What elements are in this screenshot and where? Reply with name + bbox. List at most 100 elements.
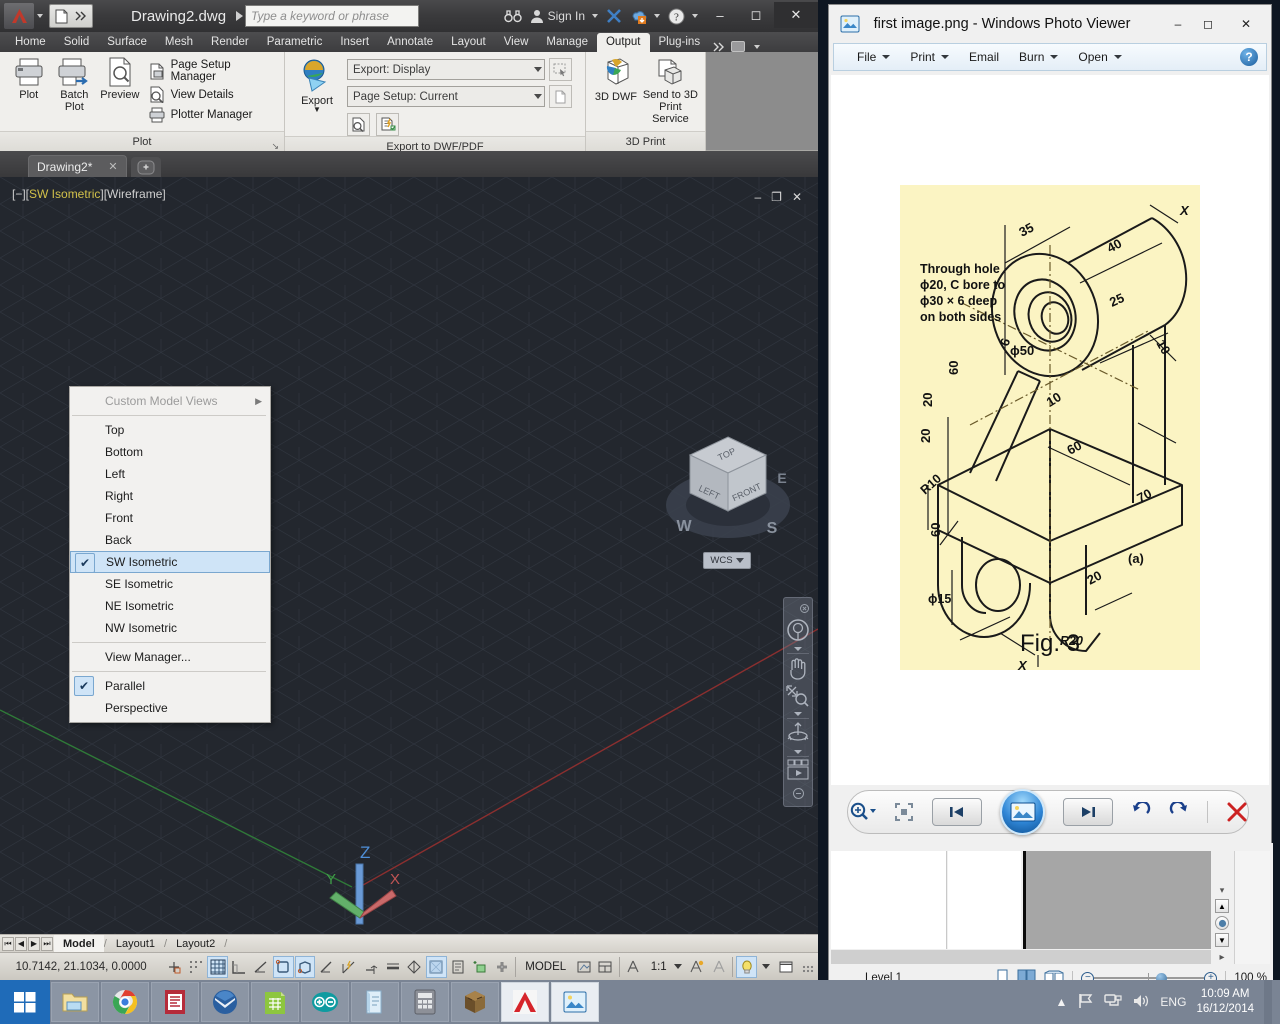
coordinates-readout[interactable]: 10.7142, 21.1034, 0.0000	[0, 961, 162, 973]
sign-in-chevron-icon[interactable]	[592, 14, 598, 18]
menu-item-front[interactable]: Front	[70, 507, 270, 529]
preview-export-button[interactable]	[347, 113, 370, 136]
taskbar-arduino[interactable]	[301, 982, 349, 1022]
help-button[interactable]: ?	[664, 0, 702, 32]
next-image-button[interactable]	[1063, 798, 1113, 826]
search-input[interactable]: Type a keyword or phrase	[245, 5, 419, 27]
photo-viewer-stage[interactable]: Through hole ϕ20, C bore to ϕ30 × 6 deep…	[831, 75, 1269, 785]
start-button[interactable]	[0, 980, 50, 1024]
pv-menu-burn[interactable]: Burn	[1010, 46, 1067, 68]
volume-icon[interactable]	[1132, 993, 1150, 1012]
page-setup-combo[interactable]: Page Setup: Current	[347, 86, 545, 107]
annotation-visibility-toggle[interactable]	[687, 956, 708, 978]
viewport-label[interactable]: [−][SW Isometric][Wireframe]	[12, 187, 166, 201]
export-chevron-icon[interactable]: ▼	[313, 107, 321, 113]
viewport-minimize-icon[interactable]: ‒	[754, 190, 761, 204]
dynamic-ucs-toggle[interactable]	[338, 956, 359, 978]
ribbon-tab-insert[interactable]: Insert	[331, 33, 378, 52]
previous-image-button[interactable]	[932, 798, 982, 826]
ribbon-tab-surface[interactable]: Surface	[98, 33, 156, 52]
scroll-right-icon[interactable]: ▸	[1213, 950, 1231, 964]
page-setup-chevron-icon[interactable]	[534, 94, 542, 99]
view-preset-menu[interactable]: Custom Model Views ▶ Top Bottom Left Rig…	[69, 386, 271, 723]
autocad-app-menu-button[interactable]	[4, 3, 34, 29]
ribbon-tab-render[interactable]: Render	[202, 33, 258, 52]
first-layout-button[interactable]: ⏮	[2, 937, 14, 951]
export-options-button[interactable]	[376, 113, 399, 136]
layout-tab-model[interactable]: Model	[54, 935, 104, 953]
taskbar-notepad[interactable]	[351, 982, 399, 1022]
taskbar-calculator[interactable]	[401, 982, 449, 1022]
object-snap-toggle[interactable]	[273, 956, 294, 978]
layout-tab-layout1[interactable]: Layout1	[107, 935, 164, 953]
page-setup-manager-button[interactable]: Page Setup Manager	[149, 59, 278, 83]
send-to-3d-print-button[interactable]: Send to 3D Print Service	[642, 56, 699, 125]
menu-item-top[interactable]: Top	[70, 419, 270, 441]
show-desktop-button[interactable]	[1264, 980, 1272, 1024]
exchange-apps-icon[interactable]	[602, 0, 626, 32]
viewport-close-icon[interactable]: ✕	[792, 190, 802, 204]
show-hidden-icons-button[interactable]: ▲	[1056, 995, 1068, 1009]
rotate-counterclockwise-icon[interactable]	[1131, 802, 1151, 822]
clock[interactable]: 10:09 AM 16/12/2014	[1196, 987, 1254, 1017]
rotate-clockwise-icon[interactable]	[1169, 802, 1189, 822]
pan-hand-icon[interactable]	[787, 656, 809, 683]
workspace-switch-button[interactable]	[491, 956, 512, 978]
ribbon-tab-plugins[interactable]: Plug-ins	[650, 33, 710, 52]
layout-tab-layout2[interactable]: Layout2	[167, 935, 224, 953]
preview-button[interactable]: Preview	[97, 56, 143, 101]
language-indicator[interactable]: ENG	[1160, 995, 1186, 1009]
ortho-mode-toggle[interactable]	[229, 956, 250, 978]
annotation-monitor-toggle[interactable]	[448, 956, 469, 978]
hardware-acceleration-toggle[interactable]	[736, 956, 757, 978]
polar-tracking-toggle[interactable]	[251, 956, 272, 978]
3d-object-snap-toggle[interactable]	[295, 956, 316, 978]
taskbar-word-processor[interactable]	[151, 982, 199, 1022]
ribbon-tab-manage[interactable]: Manage	[537, 33, 597, 52]
autodesk-360-icon[interactable]	[626, 0, 664, 32]
view-cube[interactable]: N E S W TOP LEFT FRONT	[662, 427, 794, 559]
taskbar-autocad[interactable]	[501, 982, 549, 1022]
search-expand-icon[interactable]	[236, 11, 243, 21]
maximize-button[interactable]: ◻	[738, 2, 774, 28]
document-page-1[interactable]	[831, 851, 947, 949]
clean-screen-toggle[interactable]	[775, 956, 796, 978]
document-page-2[interactable]	[948, 851, 1021, 949]
export-scope-chevron-icon[interactable]	[534, 67, 542, 72]
new-file-tab-button[interactable]	[131, 157, 161, 177]
export-window-button[interactable]	[549, 58, 572, 81]
previous-page-button[interactable]: ▲	[1215, 899, 1229, 913]
play-slideshow-button[interactable]	[1000, 789, 1045, 835]
zoom-extents-icon[interactable]	[786, 685, 810, 710]
batch-plot-button[interactable]: Batch Plot	[52, 56, 98, 113]
orbit-chevron-icon[interactable]	[794, 750, 802, 754]
pv-maximize-button[interactable]: ◻	[1193, 12, 1223, 36]
grid-display-toggle[interactable]	[207, 956, 228, 978]
ribbon-tab-mesh[interactable]: Mesh	[156, 33, 202, 52]
help-icon[interactable]: ?	[1240, 48, 1258, 66]
zoom-chevron-icon[interactable]	[794, 712, 802, 716]
plotter-manager-button[interactable]: Plotter Manager	[149, 106, 278, 123]
network-icon[interactable]	[1104, 993, 1122, 1012]
ribbon-tab-layout[interactable]: Layout	[442, 33, 495, 52]
annotation-scale-chevron-icon[interactable]	[674, 964, 682, 969]
taskbar-spreadsheet[interactable]	[251, 982, 299, 1022]
infer-constraints-toggle[interactable]	[163, 956, 184, 978]
pv-menu-print[interactable]: Print	[901, 46, 958, 68]
ribbon-tab-annotate[interactable]: Annotate	[378, 33, 442, 52]
document-vertical-scrollbar[interactable]: ▾ ▲ ▼	[1213, 851, 1231, 949]
next-layout-button[interactable]: ▶	[28, 937, 40, 951]
pv-menu-email[interactable]: Email	[960, 46, 1008, 68]
annotation-scale-icon[interactable]	[623, 956, 644, 978]
3d-dwf-button[interactable]: 3D DWF	[592, 56, 640, 103]
menu-item-parallel[interactable]: ✔ Parallel	[70, 675, 270, 697]
status-bar-menu-button[interactable]	[797, 956, 818, 978]
quick-view-drawings-button[interactable]	[595, 956, 616, 978]
select-browse-object-button[interactable]	[1215, 916, 1229, 930]
taskbar-google-chrome[interactable]	[101, 982, 149, 1022]
navbar-close-icon[interactable]	[800, 602, 809, 616]
minimize-button[interactable]: ‒	[702, 2, 738, 28]
menu-item-nw-isometric[interactable]: NW Isometric	[70, 617, 270, 639]
menu-item-custom-model-views[interactable]: Custom Model Views ▶	[70, 390, 270, 412]
navbar-options-icon[interactable]	[793, 788, 804, 802]
